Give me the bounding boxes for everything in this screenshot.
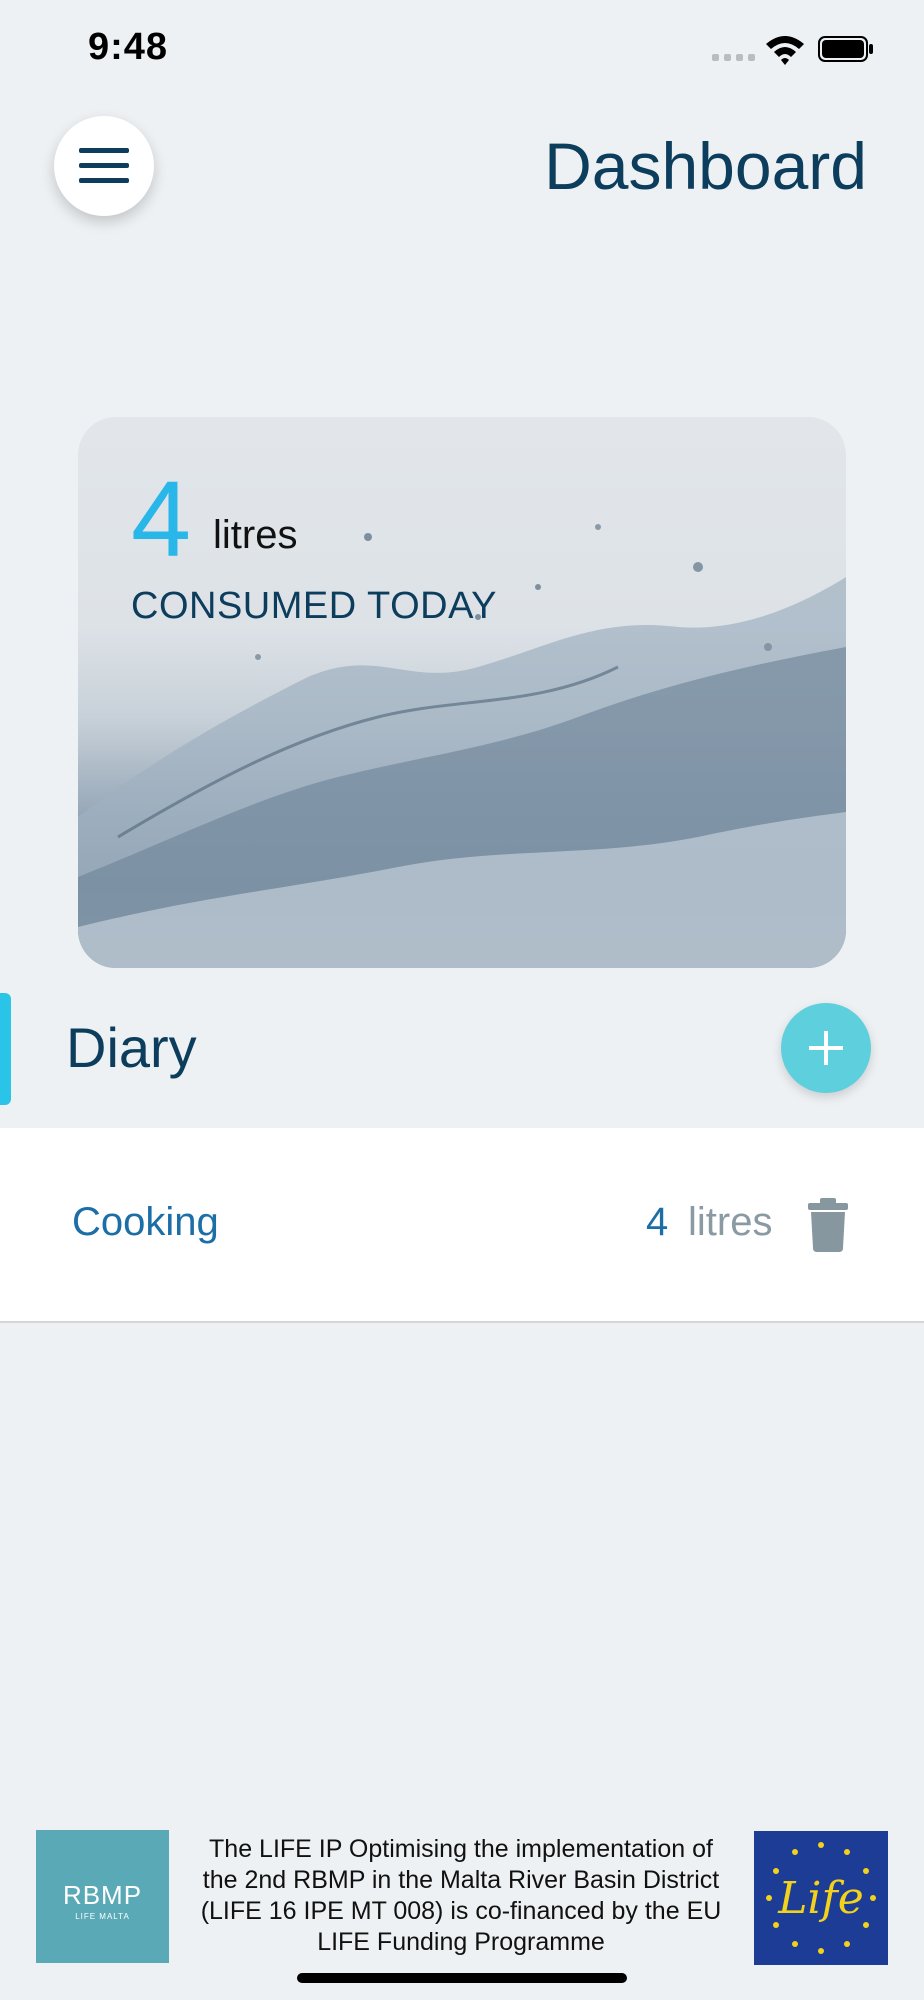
hamburger-menu-icon xyxy=(79,148,129,184)
consumption-card: 4 litres CONSUMED TODAY xyxy=(78,417,846,968)
eu-life-logo: Life xyxy=(754,1831,888,1965)
life-logo-text: Life xyxy=(778,1873,864,1924)
rbmp-logo: RBMP LIFE MALTA xyxy=(36,1830,169,1963)
home-indicator xyxy=(297,1973,627,1983)
cellular-signal-icon xyxy=(712,54,756,62)
consumed-value: 4 xyxy=(131,458,192,579)
add-entry-button[interactable] xyxy=(781,1003,871,1093)
consumed-unit: litres xyxy=(213,513,298,557)
entry-unit: litres xyxy=(688,1200,773,1244)
footer-funding-text: The LIFE IP Optimising the implementatio… xyxy=(200,1835,722,1956)
wifi-icon xyxy=(764,32,806,66)
rbmp-logo-text: RBMP xyxy=(62,1880,143,1910)
list-item[interactable]: Cooking 4 litres xyxy=(0,1128,924,1321)
diary-list: Cooking 4 litres xyxy=(0,1128,924,1323)
diary-title: Diary xyxy=(66,1016,197,1079)
consumed-label: CONSUMED TODAY xyxy=(131,585,497,627)
entry-name: Cooking xyxy=(72,1200,219,1244)
entry-amount: 4 xyxy=(646,1200,669,1244)
rbmp-logo-subtext: LIFE MALTA xyxy=(75,1912,130,1921)
battery-icon xyxy=(818,36,874,62)
water-splash-image xyxy=(78,524,846,968)
diary-accent-bar xyxy=(0,993,11,1105)
page-title: Dashboard xyxy=(544,129,867,203)
status-time: 9:48 xyxy=(88,26,169,68)
trash-icon[interactable] xyxy=(806,1198,850,1252)
menu-button[interactable] xyxy=(54,116,154,216)
